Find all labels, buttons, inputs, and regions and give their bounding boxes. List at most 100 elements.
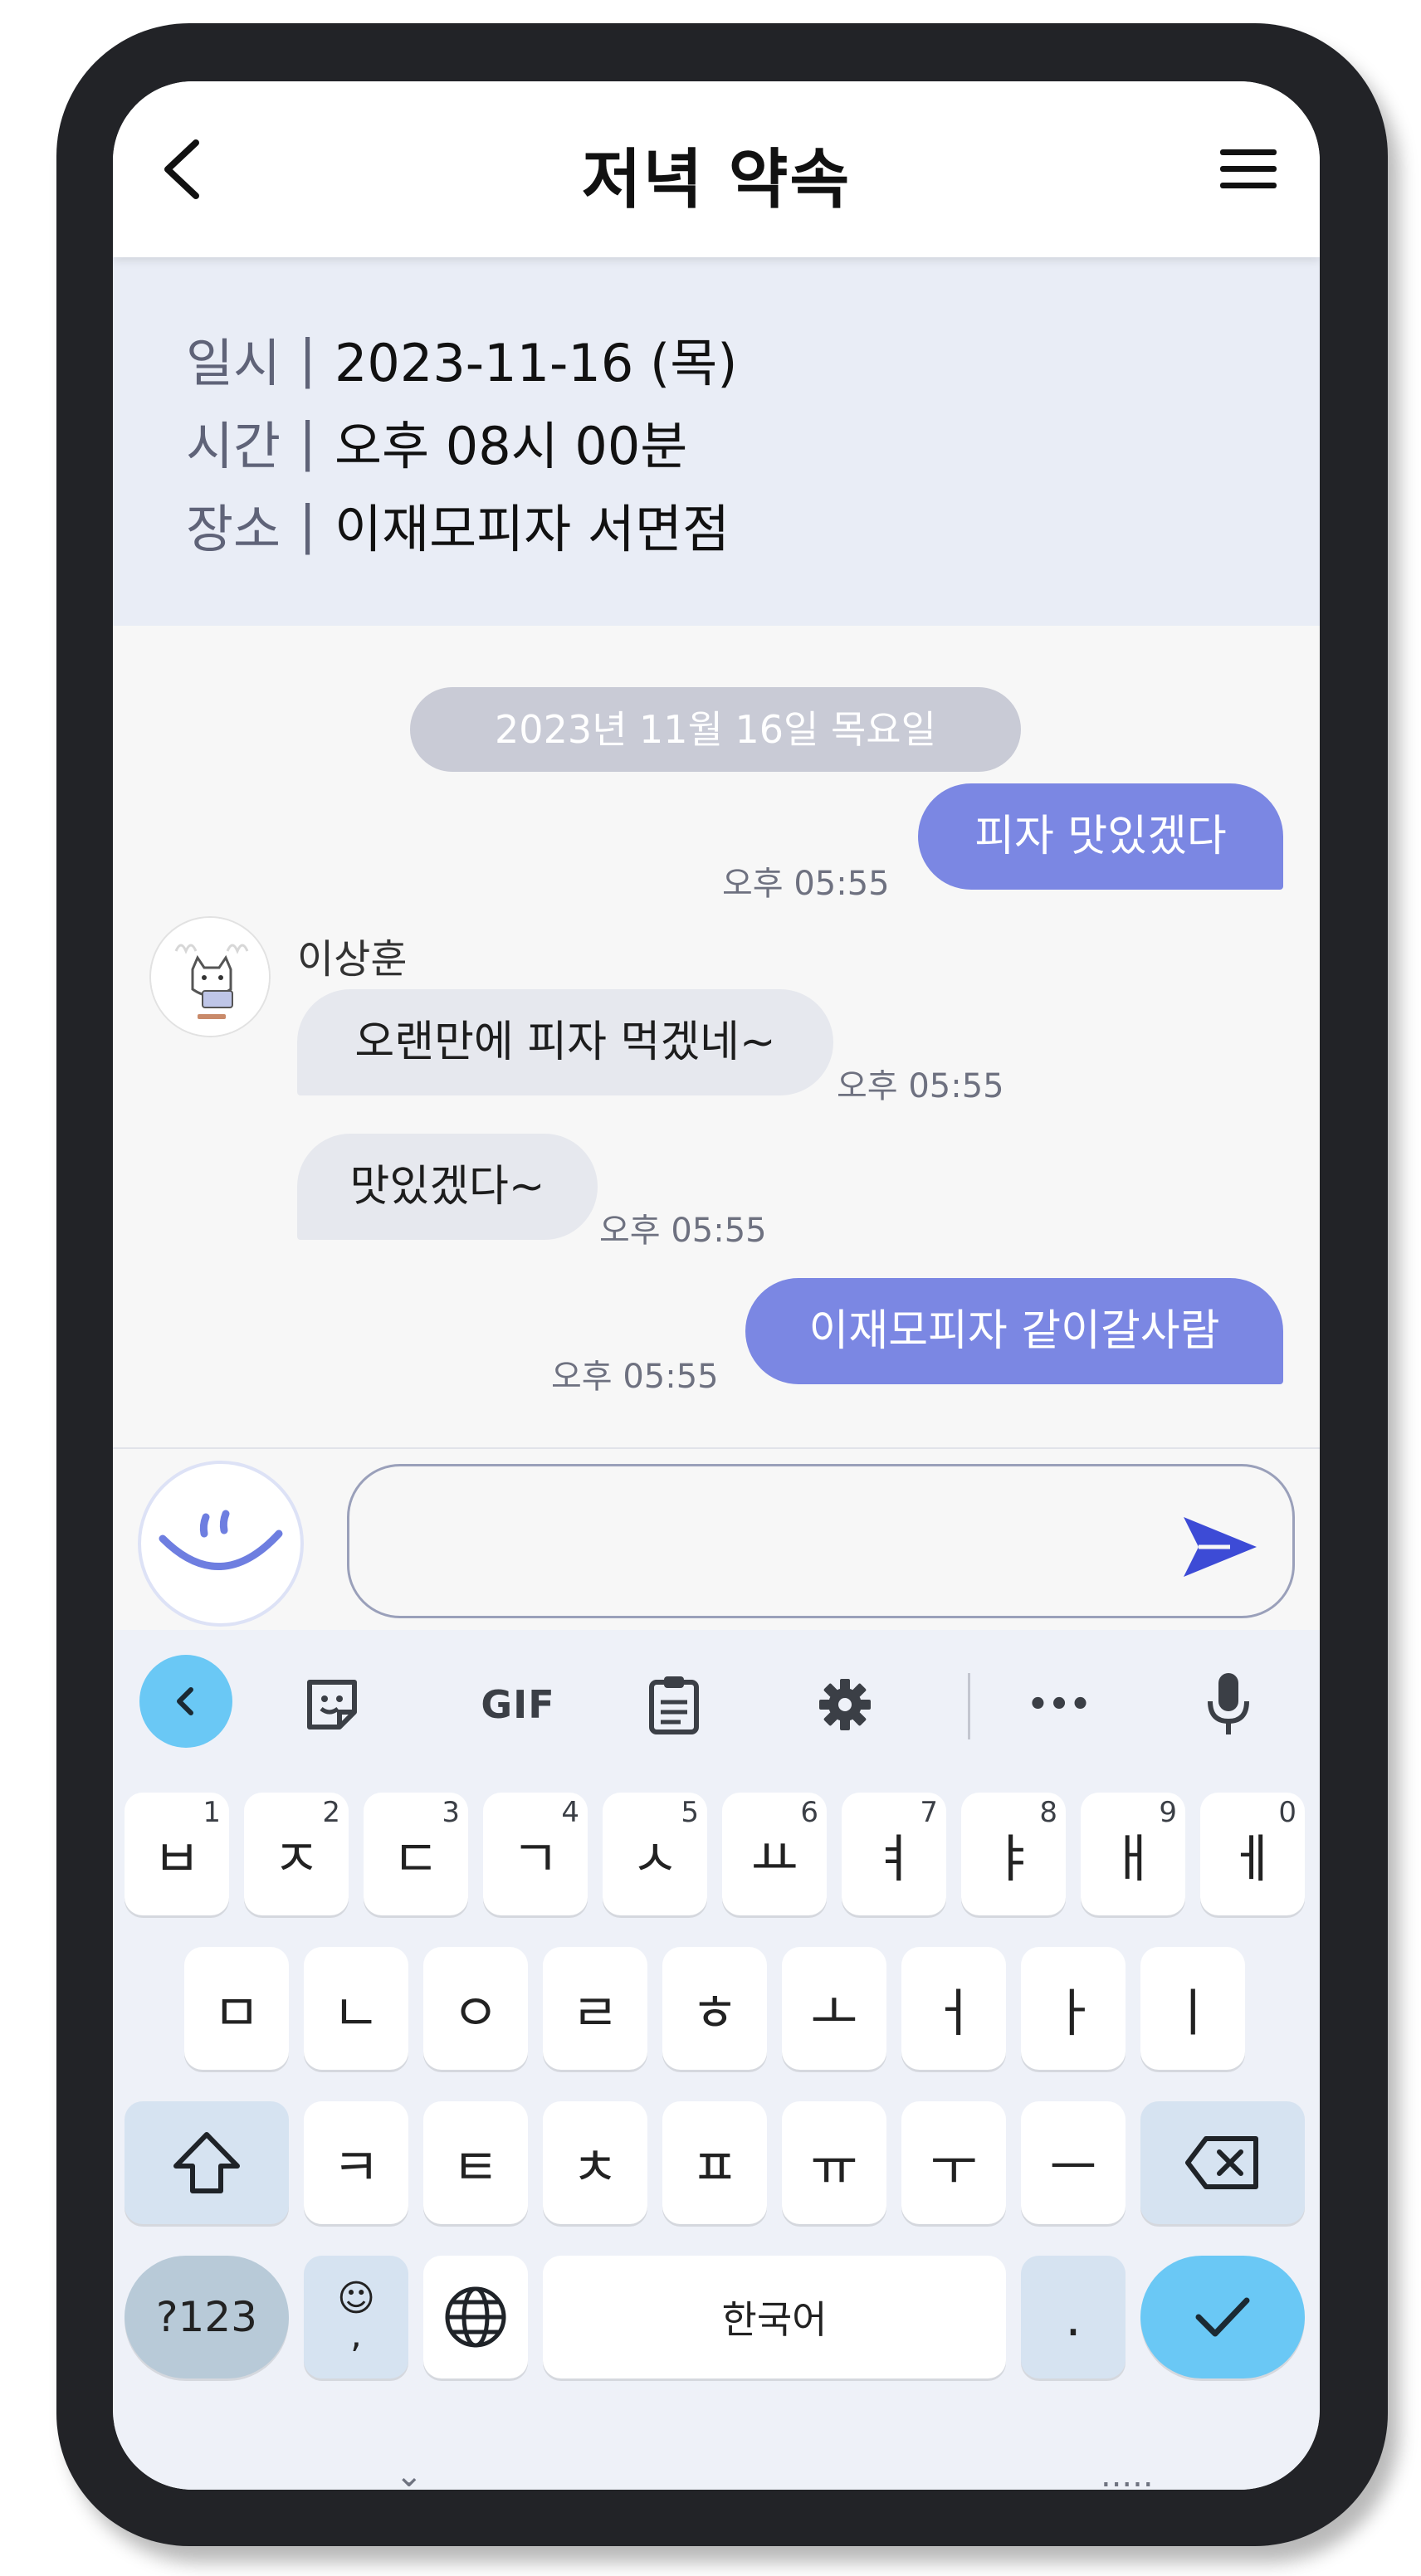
key-label: ㅔ [1228, 1828, 1277, 1889]
clipboard-icon [649, 1676, 699, 1734]
key-ㅗ[interactable]: ㅗ [782, 1947, 886, 2070]
comma-label: , [350, 2314, 362, 2356]
info-separator: | [299, 494, 316, 555]
check-icon [1195, 2297, 1250, 2337]
key-label: ㄱ [511, 1828, 559, 1889]
key-label: ㄷ [392, 1828, 440, 1889]
info-value: 2023-11-16 (목) [334, 333, 738, 393]
key-ㄷ[interactable]: ㄷ3 [364, 1793, 468, 1915]
sender-name: 이상훈 [297, 936, 408, 983]
avatar[interactable] [149, 916, 271, 1037]
key-label: ㅐ [1109, 1828, 1157, 1889]
info-label: 일시 [186, 333, 281, 393]
send-button[interactable] [1180, 1512, 1260, 1582]
key-ㅇ[interactable]: ㅇ [423, 1947, 528, 2070]
key-hint: 7 [920, 1796, 938, 1829]
info-label: 시간 [186, 416, 281, 476]
chat-area[interactable]: 2023년 11월 16일 목요일 오후 05:55 피자 맛있겠다 이상훈 오… [113, 626, 1320, 1447]
gif-button[interactable]: GIF [460, 1663, 576, 1746]
key-ㅋ[interactable]: ㅋ [304, 2101, 408, 2224]
settings-button[interactable] [803, 1663, 886, 1746]
info-value: 이재모피자 서면점 [334, 499, 730, 559]
message-bubble-mine[interactable]: 피자 맛있겠다 [918, 783, 1283, 890]
key-hint: 2 [322, 1796, 340, 1829]
key-ㅓ[interactable]: ㅓ [901, 1947, 1006, 2070]
key-label: ㅂ [153, 1828, 201, 1889]
key-hint: 6 [800, 1796, 818, 1829]
info-row-date: 일시 | 2023-11-16 (목) [186, 317, 1320, 400]
key-hint: 9 [1159, 1796, 1177, 1829]
key-hint: 4 [561, 1796, 579, 1829]
key-ㅜ[interactable]: ㅜ [901, 2101, 1006, 2224]
more-button[interactable]: ••• [1018, 1663, 1101, 1746]
key-ㄱ[interactable]: ㄱ4 [483, 1793, 588, 1915]
keyboard-collapse-button[interactable] [139, 1655, 232, 1748]
key-ㄹ[interactable]: ㄹ [543, 1947, 647, 2070]
info-value: 오후 08시 00분 [334, 416, 688, 476]
key-ㅊ[interactable]: ㅊ [543, 2101, 647, 2224]
info-row-time: 시간 | 오후 08시 00분 [186, 400, 1320, 483]
message-bubble-theirs[interactable]: 맛있겠다~ [297, 1134, 598, 1240]
symbols-key[interactable]: ?123 [125, 2256, 289, 2378]
shift-key[interactable] [125, 2101, 289, 2224]
menu-button[interactable] [1218, 146, 1278, 193]
toolbar-divider [968, 1673, 970, 1739]
info-separator: | [299, 328, 316, 389]
key-ㅌ[interactable]: ㅌ [423, 2101, 528, 2224]
key-ㅐ[interactable]: ㅐ9 [1081, 1793, 1185, 1915]
message-time: 오후 05:55 [551, 1358, 719, 1396]
key-ㅕ[interactable]: ㅕ7 [842, 1793, 946, 1915]
key-ㅂ[interactable]: ㅂ1 [125, 1793, 229, 1915]
message-time: 오후 05:55 [837, 1067, 1004, 1105]
hamburger-icon [1220, 149, 1277, 188]
info-separator: | [299, 411, 316, 472]
key-ㅣ[interactable]: ㅣ [1140, 1947, 1245, 2070]
chevron-left-icon [177, 1687, 193, 1715]
sticker-button[interactable] [291, 1663, 374, 1746]
emoji-comma-key[interactable]: ☺ , [304, 2256, 408, 2378]
message-input[interactable] [347, 1464, 1295, 1618]
emoji-hint: ☺ [337, 2277, 375, 2320]
message-time: 오후 05:55 [599, 1212, 767, 1250]
keyboard: GIF ••• ㅂ 1 ㅈ 2 ㄷ 3 ㄱ 4 ㅅ 5 ㅛ 6 ㅕ 7 ㅑ 8 … [113, 1630, 1320, 2490]
message-bubble-theirs[interactable]: 오랜만에 피자 먹겠네~ [297, 989, 833, 1095]
key-label: ㅑ [989, 1828, 1038, 1889]
clipboard-button[interactable] [632, 1663, 715, 1746]
language-key[interactable] [423, 2256, 528, 2378]
globe-icon [445, 2286, 506, 2348]
key-hint: 5 [681, 1796, 699, 1829]
key-ㅔ[interactable]: ㅔ0 [1200, 1793, 1305, 1915]
done-key[interactable] [1140, 2256, 1305, 2378]
date-divider: 2023년 11월 16일 목요일 [410, 687, 1021, 772]
space-key[interactable]: 한국어 [543, 2256, 1006, 2378]
switch-keyboard-icon[interactable]: ..... [1101, 2456, 1154, 2490]
backspace-key[interactable] [1140, 2101, 1305, 2224]
emoji-button[interactable] [138, 1461, 304, 1627]
key-ㅁ[interactable]: ㅁ [184, 1947, 289, 2070]
page-title: 저녁 약속 [581, 143, 852, 217]
key-ㅡ[interactable]: ㅡ [1021, 2101, 1126, 2224]
key-ㅈ[interactable]: ㅈ2 [244, 1793, 349, 1915]
message-bubble-mine[interactable]: 이재모피자 같이갈사람 [745, 1278, 1283, 1384]
period-key[interactable]: . [1021, 2256, 1126, 2378]
composer-bar [113, 1447, 1320, 1630]
key-label: ㅅ [631, 1828, 679, 1889]
key-hint: 0 [1278, 1796, 1296, 1829]
voice-input-button[interactable] [1187, 1663, 1270, 1746]
send-icon [1184, 1517, 1257, 1577]
key-hint: 3 [442, 1796, 460, 1829]
key-ㄴ[interactable]: ㄴ [304, 1947, 408, 2070]
key-ㅎ[interactable]: ㅎ [662, 1947, 767, 2070]
key-ㅍ[interactable]: ㅍ [662, 2101, 767, 2224]
smile-icon [159, 1510, 283, 1570]
hide-keyboard-icon[interactable]: ⌄ [395, 2456, 423, 2490]
gear-icon [819, 1679, 871, 1730]
key-ㅑ[interactable]: ㅑ8 [961, 1793, 1066, 1915]
more-icon: ••• [1027, 1686, 1091, 1724]
key-ㅅ[interactable]: ㅅ5 [603, 1793, 707, 1915]
appointment-info-panel: 일시 | 2023-11-16 (목) 시간 | 오후 08시 00분 장소 |… [113, 257, 1320, 626]
key-ㅏ[interactable]: ㅏ [1021, 1947, 1126, 2070]
key-ㅛ[interactable]: ㅛ6 [722, 1793, 827, 1915]
key-ㅠ[interactable]: ㅠ [782, 2101, 886, 2224]
sticker-icon [307, 1680, 357, 1730]
